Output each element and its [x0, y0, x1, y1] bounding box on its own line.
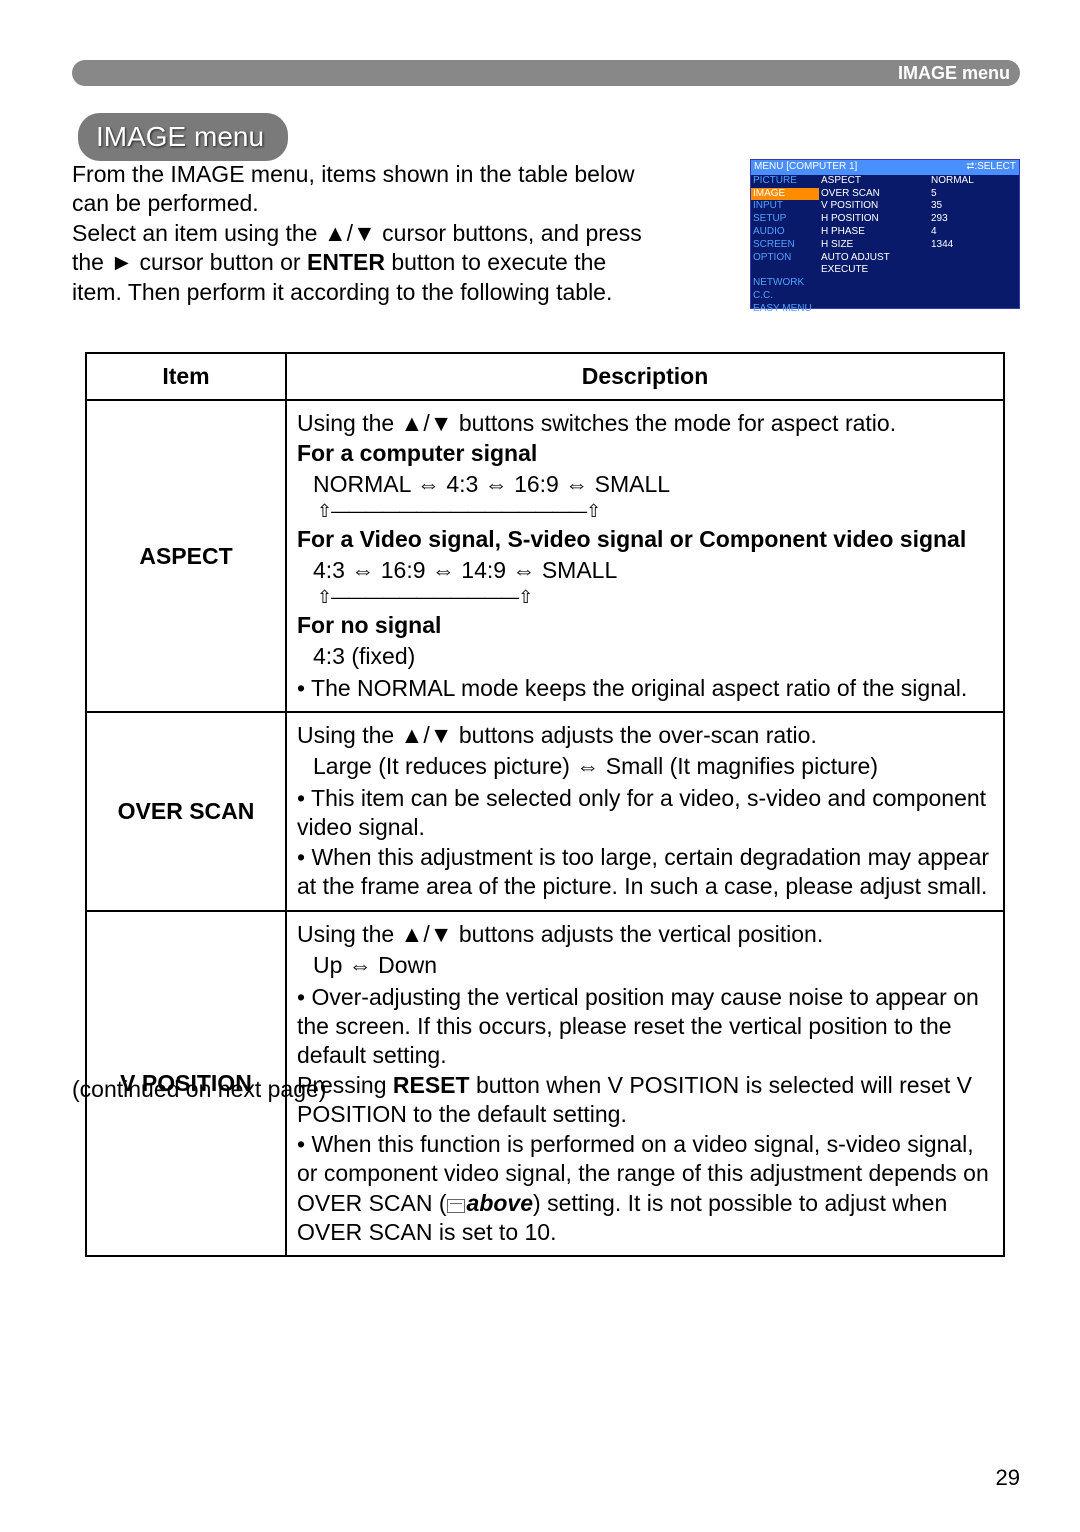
osd-col-left: AUDIO	[751, 226, 819, 239]
intro-block: From the IMAGE menu, items shown in the …	[72, 160, 662, 307]
aspect-seq2: 4:3 ⇔ 16:9 ⇔ 14:9 ⇔ SMALL	[313, 556, 617, 585]
aspect-sub1: For a computer signal	[297, 440, 537, 466]
osd-title-left: MENU [COMPUTER 1]	[754, 161, 857, 174]
overscan-line1: Using the ▲/▼ buttons adjusts the over-s…	[297, 722, 817, 748]
description-table: Item Description ASPECT Using the ▲/▼ bu…	[85, 352, 1005, 1257]
cell-overscan-desc: Using the ▲/▼ buttons adjusts the over-s…	[286, 712, 1004, 911]
osd-col-right: 5	[929, 188, 1019, 201]
aspect-sub3: For no signal	[297, 612, 441, 638]
th-desc: Description	[286, 353, 1004, 400]
aspect-note: • The NORMAL mode keeps the original asp…	[297, 675, 967, 701]
osd-col-right: 35	[929, 200, 1019, 213]
vpos-reset-bold: RESET	[393, 1072, 470, 1098]
aspect-seq1: NORMAL ⇔ 4:3 ⇔ 16:9 ⇔ SMALL	[313, 470, 670, 499]
osd-col-right	[929, 303, 1019, 316]
osd-col-left: C.C.	[751, 290, 819, 303]
aspect-line1: Using the ▲/▼ buttons switches the mode …	[297, 410, 896, 436]
vpos-line1: Using the ▲/▼ buttons adjusts the vertic…	[297, 921, 823, 947]
osd-row: IMAGEOVER SCAN5	[751, 188, 1019, 201]
osd-col-mid	[819, 290, 929, 303]
overscan-seq: Large (It reduces picture) ⇔ Small (It m…	[313, 752, 878, 781]
vpos-ref: above	[467, 1190, 533, 1216]
osd-title-bar: MENU [COMPUTER 1] ⮂:SELECT	[751, 160, 1019, 175]
osd-row: AUDIOH PHASE4	[751, 226, 1019, 239]
osd-col-mid: AUTO ADJUST EXECUTE	[819, 252, 929, 278]
continued-note: (continued on next page)	[72, 1075, 326, 1104]
osd-row: SETUPH POSITION293	[751, 213, 1019, 226]
page-title: IMAGE menu	[78, 113, 288, 161]
osd-row: C.C.	[751, 290, 1019, 303]
osd-col-left: PICTURE	[751, 175, 819, 188]
intro-enter-bold: ENTER	[307, 249, 385, 275]
osd-row: SCREENH SIZE1344	[751, 239, 1019, 252]
aspect-loop1: ⇧———————————————⇧	[317, 500, 993, 523]
osd-row: NETWORK	[751, 277, 1019, 290]
osd-col-mid: ASPECT	[819, 175, 929, 188]
osd-col-mid: H SIZE	[819, 239, 929, 252]
osd-col-right: 1344	[929, 239, 1019, 252]
osd-col-right	[929, 290, 1019, 303]
aspect-loop2: ⇧———————————⇧	[317, 586, 993, 609]
osd-menu-preview: MENU [COMPUTER 1] ⮂:SELECT PICTUREASPECT…	[750, 159, 1020, 309]
osd-col-left: EASY MENU	[751, 303, 819, 316]
header-label: IMAGE menu	[898, 60, 1010, 86]
cell-overscan-name: OVER SCAN	[86, 712, 286, 911]
osd-col-left: NETWORK	[751, 277, 819, 290]
vpos-seq: Up ⇔ Down	[313, 951, 437, 980]
cell-aspect-name: ASPECT	[86, 400, 286, 712]
osd-col-mid	[819, 277, 929, 290]
osd-col-left: IMAGE	[751, 188, 819, 201]
osd-col-mid: V POSITION	[819, 200, 929, 213]
osd-col-mid: H POSITION	[819, 213, 929, 226]
osd-col-left: SCREEN	[751, 239, 819, 252]
osd-col-right: 293	[929, 213, 1019, 226]
page-number: 29	[996, 1464, 1020, 1492]
osd-col-right	[929, 277, 1019, 290]
book-icon	[447, 1199, 465, 1213]
osd-col-right: 4	[929, 226, 1019, 239]
osd-col-mid	[819, 303, 929, 316]
cell-vpos-desc: Using the ▲/▼ buttons adjusts the vertic…	[286, 911, 1004, 1257]
osd-row: INPUTV POSITION35	[751, 200, 1019, 213]
aspect-sub2: For a Video signal, S-video signal or Co…	[297, 526, 966, 552]
cell-aspect-desc: Using the ▲/▼ buttons switches the mode …	[286, 400, 1004, 712]
osd-col-right: NORMAL	[929, 175, 1019, 188]
osd-col-left: INPUT	[751, 200, 819, 213]
osd-row: EASY MENU	[751, 303, 1019, 316]
osd-row: PICTUREASPECTNORMAL	[751, 175, 1019, 188]
osd-col-left: OPTION	[751, 252, 819, 278]
vpos-b1a: • Over-adjusting the vertical position m…	[297, 984, 979, 1069]
osd-row: OPTIONAUTO ADJUST EXECUTE	[751, 252, 1019, 278]
intro-line1: From the IMAGE menu, items shown in the …	[72, 161, 634, 216]
th-item: Item	[86, 353, 286, 400]
overscan-b1: • This item can be selected only for a v…	[297, 785, 986, 840]
osd-title-right: ⮂:SELECT	[966, 161, 1016, 174]
header-strip: IMAGE menu	[72, 60, 1020, 86]
osd-col-left: SETUP	[751, 213, 819, 226]
overscan-b2: • When this adjustment is too large, cer…	[297, 844, 989, 899]
osd-col-mid: OVER SCAN	[819, 188, 929, 201]
osd-col-right	[929, 252, 1019, 278]
aspect-seq3: 4:3 (fixed)	[313, 642, 415, 671]
osd-col-mid: H PHASE	[819, 226, 929, 239]
